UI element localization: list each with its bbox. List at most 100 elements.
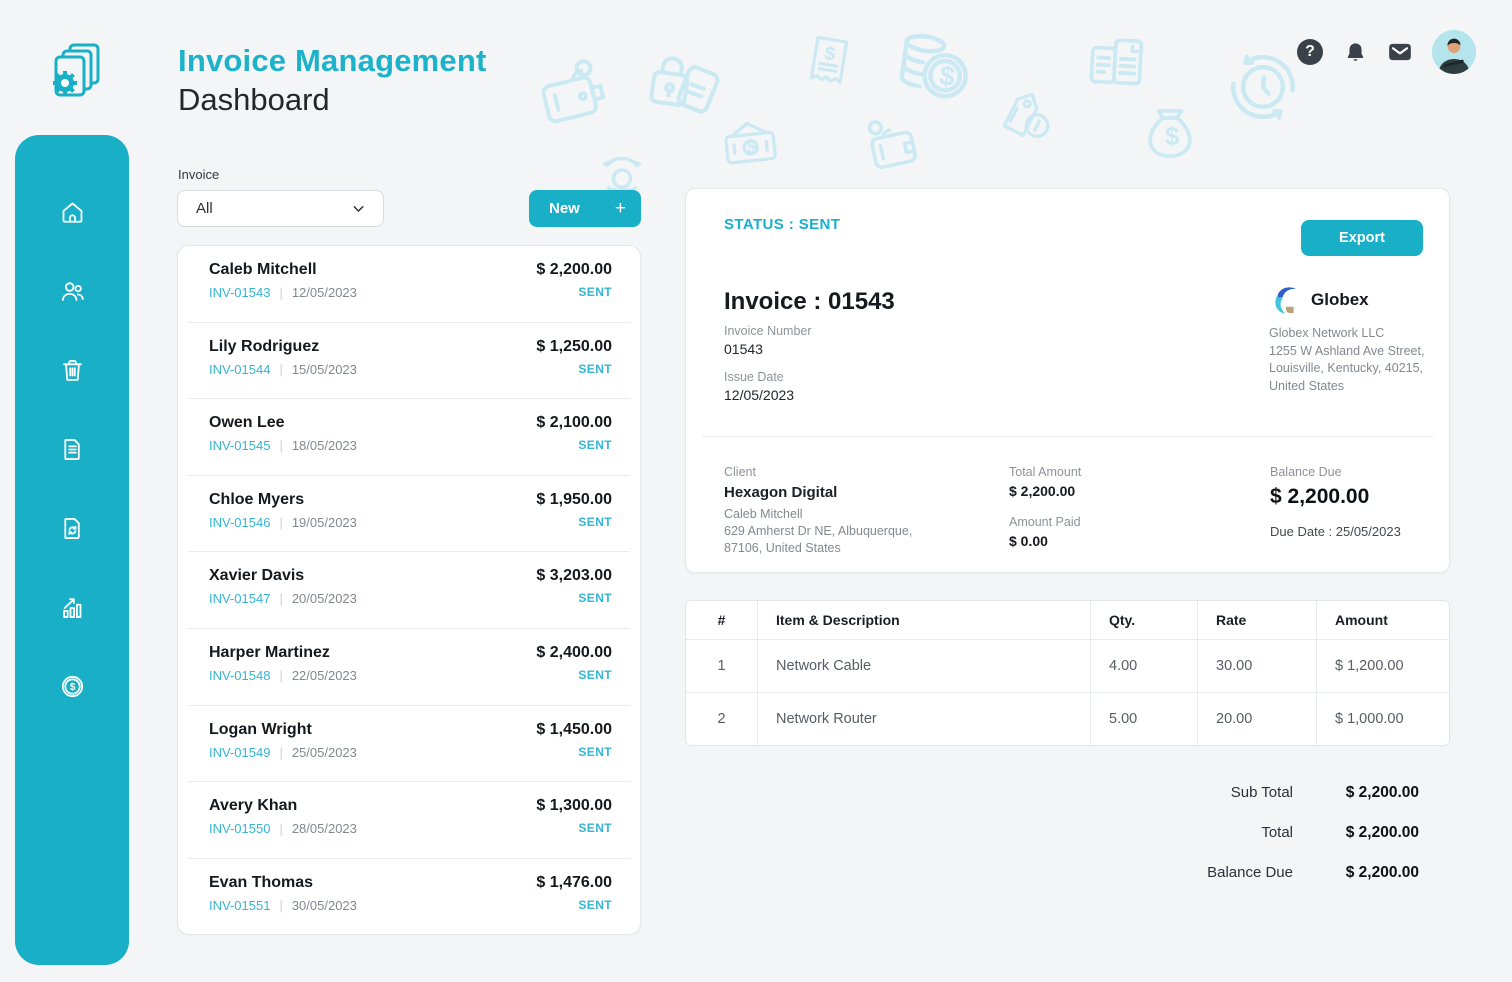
total-amount-label: Total Amount [1009, 465, 1081, 479]
divider: | [279, 515, 282, 530]
export-button[interactable]: Export [1301, 220, 1423, 256]
invoice-amount: $ 2,400.00 [536, 644, 612, 662]
divider: | [279, 668, 282, 683]
document-refresh-icon [59, 515, 86, 542]
new-invoice-button[interactable]: New + [529, 190, 641, 227]
invoice-list-item[interactable]: Xavier Davis $ 3,203.00 INV-01547 | 20/0… [178, 552, 640, 629]
clock-refresh-icon [1218, 42, 1308, 132]
status-badge: SENT [578, 438, 612, 453]
globex-logo-icon: G [1269, 283, 1303, 317]
invoice-number-link[interactable]: INV-01544 [209, 362, 270, 377]
invoice-list-item[interactable]: Lily Rodriguez $ 1,250.00 INV-01544 | 15… [178, 323, 640, 400]
page-title-block: Invoice Management Dashboard [178, 42, 487, 120]
documents-icon [1080, 31, 1151, 102]
price-tag-icon [988, 82, 1064, 158]
invoice-filter-select[interactable]: All [177, 190, 384, 227]
client-address-line: 629 Amherst Dr NE, Albuquerque, [724, 523, 954, 540]
mail-icon[interactable] [1387, 39, 1413, 65]
bell-icon[interactable] [1342, 39, 1368, 65]
cell-amount: $ 1,200.00 [1317, 640, 1449, 692]
sidebar-item-trash[interactable] [59, 357, 86, 384]
svg-text:$: $ [1165, 123, 1179, 151]
invoice-amount: $ 1,950.00 [536, 491, 612, 509]
help-icon[interactable]: ? [1297, 39, 1323, 65]
sidebar-item-payments[interactable]: $ [59, 673, 86, 700]
invoice-number-link[interactable]: INV-01550 [209, 821, 270, 836]
client-name: Chloe Myers [209, 491, 304, 509]
invoice-number-link[interactable]: INV-01547 [209, 591, 270, 606]
invoice-number-link[interactable]: INV-01548 [209, 668, 270, 683]
totals-value: $ 2,200.00 [1293, 784, 1419, 802]
totals-row: Total $ 2,200.00 [1079, 824, 1419, 842]
cell-index: 2 [686, 693, 758, 745]
company-address: Globex Network LLC 1255 W Ashland Ave St… [1269, 325, 1424, 395]
sidebar-item-clients[interactable] [59, 278, 86, 305]
svg-text:$: $ [823, 43, 837, 65]
topbar: ? [1297, 30, 1476, 74]
invoice-number-link[interactable]: INV-01549 [209, 745, 270, 760]
banknote-icon: $ [717, 109, 783, 175]
divider: | [279, 898, 282, 913]
table-row: 1 Network Cable 4.00 30.00 $ 1,200.00 [686, 640, 1449, 693]
cell-description: Network Router [758, 693, 1091, 745]
status-badge: SENT [578, 362, 612, 377]
invoice-date: 20/05/2023 [292, 591, 357, 606]
client-contact-address: Caleb Mitchell 629 Amherst Dr NE, Albuqu… [724, 506, 954, 557]
table-header-cell: Amount [1317, 601, 1449, 639]
sidebar-item-home[interactable] [59, 199, 86, 226]
invoice-list-item[interactable]: Logan Wright $ 1,450.00 INV-01549 | 25/0… [178, 706, 640, 783]
money-bag-icon: $ [1136, 100, 1204, 170]
invoice-number-link[interactable]: INV-01545 [209, 438, 270, 453]
sidebar-item-recurring[interactable] [59, 515, 86, 542]
svg-text:$: $ [69, 682, 75, 693]
client-name: Harper Martinez [209, 644, 330, 662]
sidebar-item-documents[interactable] [59, 436, 86, 463]
invoice-list-item[interactable]: Avery Khan $ 1,300.00 INV-01550 | 28/05/… [178, 782, 640, 859]
table-header-cell: Rate [1198, 601, 1317, 639]
invoice-list: Caleb Mitchell $ 2,200.00 INV-01543 | 12… [177, 245, 641, 935]
amount-paid-label: Amount Paid [1009, 515, 1081, 529]
divider: | [279, 591, 282, 606]
balance-due-label: Balance Due [1270, 465, 1401, 479]
invoice-list-item[interactable]: Harper Martinez $ 2,400.00 INV-01548 | 2… [178, 629, 640, 706]
items-table: #Item & DescriptionQty.RateAmount 1 Netw… [685, 600, 1450, 746]
client-name: Owen Lee [209, 414, 285, 432]
client-name: Lily Rodriguez [209, 338, 319, 356]
client-name: Xavier Davis [209, 567, 304, 585]
invoice-number-link[interactable]: INV-01551 [209, 898, 270, 913]
invoice-date: 19/05/2023 [292, 515, 357, 530]
status-line: STATUS : SENT [724, 216, 840, 233]
new-button-label: New [549, 200, 580, 217]
invoice-list-item[interactable]: Evan Thomas $ 1,476.00 INV-01551 | 30/05… [178, 859, 640, 935]
avatar[interactable] [1432, 30, 1476, 74]
sidebar: $ [15, 135, 129, 965]
trash-icon [59, 357, 86, 384]
company-line: United States [1269, 378, 1424, 396]
table-header-cell: Qty. [1091, 601, 1198, 639]
invoice-detail-card: STATUS : SENT Export Invoice : 01543 Inv… [685, 188, 1450, 573]
totals-row: Balance Due $ 2,200.00 [1079, 864, 1419, 882]
sidebar-item-reports[interactable] [59, 594, 86, 621]
invoice-detail-title: Invoice : 01543 [724, 288, 895, 316]
invoice-list-item[interactable]: Chloe Myers $ 1,950.00 INV-01546 | 19/05… [178, 476, 640, 553]
divider [702, 436, 1433, 437]
invoice-number-link[interactable]: INV-01546 [209, 515, 270, 530]
invoice-list-item[interactable]: Caleb Mitchell $ 2,200.00 INV-01543 | 12… [178, 246, 640, 323]
invoice-amount: $ 1,450.00 [536, 721, 612, 739]
chart-icon [59, 594, 86, 621]
client-name: Logan Wright [209, 721, 312, 739]
receipt-dollar-icon: $ [796, 26, 863, 94]
invoice-number-label: Invoice Number [724, 324, 812, 338]
table-body: 1 Network Cable 4.00 30.00 $ 1,200.00 2 … [686, 640, 1449, 745]
invoice-number-value: 01543 [724, 341, 812, 357]
invoice-list-item[interactable]: Owen Lee $ 2,100.00 INV-01545 | 18/05/20… [178, 399, 640, 476]
client-address-line: 87106, United States [724, 540, 954, 557]
invoice-number-link[interactable]: INV-01543 [209, 285, 270, 300]
divider: | [279, 285, 282, 300]
due-date: Due Date : 25/05/2023 [1270, 524, 1401, 539]
company-line: 1255 W Ashland Ave Street, [1269, 343, 1424, 361]
client-company: Hexagon Digital [724, 484, 954, 501]
invoice-amount: $ 3,203.00 [536, 567, 612, 585]
table-row: 2 Network Router 5.00 20.00 $ 1,000.00 [686, 693, 1449, 745]
divider: | [279, 438, 282, 453]
